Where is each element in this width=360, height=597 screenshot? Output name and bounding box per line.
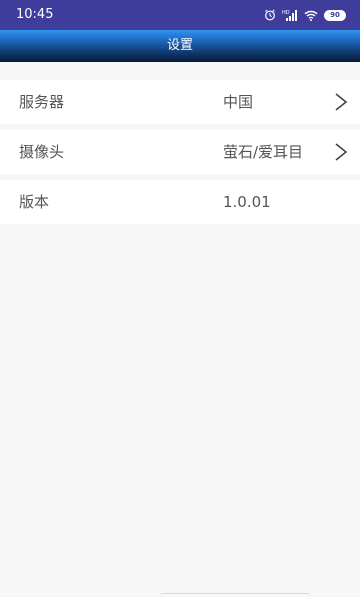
chevron-right-icon <box>334 142 348 162</box>
settings-item-label: 摄像头 <box>19 143 65 161</box>
settings-item-value: 萤石/爱耳目 <box>223 143 304 161</box>
home-indicator <box>160 593 310 597</box>
settings-item-label: 服务器 <box>19 93 65 111</box>
wifi-icon <box>304 10 318 21</box>
battery-icon: 90 <box>324 9 346 21</box>
alarm-icon <box>264 9 276 21</box>
settings-item-label: 版本 <box>19 193 50 211</box>
chevron-right-icon <box>334 92 348 112</box>
hd-signal-icon: HD <box>282 9 298 21</box>
status-bar: 10:45 HD 90 <box>0 0 360 30</box>
settings-item-value: 中国 <box>223 93 254 111</box>
status-icons: HD 90 <box>264 8 346 22</box>
page-title: 设置 <box>166 38 193 53</box>
settings-item-value: 1.0.01 <box>223 193 271 211</box>
settings-list: 服务器 中国 摄像头 萤石/爱耳目 版本 1.0.01 <box>0 80 360 230</box>
settings-item-server[interactable]: 服务器 中国 <box>0 80 360 124</box>
title-bar: 设置 <box>0 30 360 62</box>
settings-item-version: 版本 1.0.01 <box>0 180 360 224</box>
status-time: 10:45 <box>16 7 54 22</box>
svg-text:HD: HD <box>282 10 290 16</box>
settings-item-camera[interactable]: 摄像头 萤石/爱耳目 <box>0 130 360 174</box>
